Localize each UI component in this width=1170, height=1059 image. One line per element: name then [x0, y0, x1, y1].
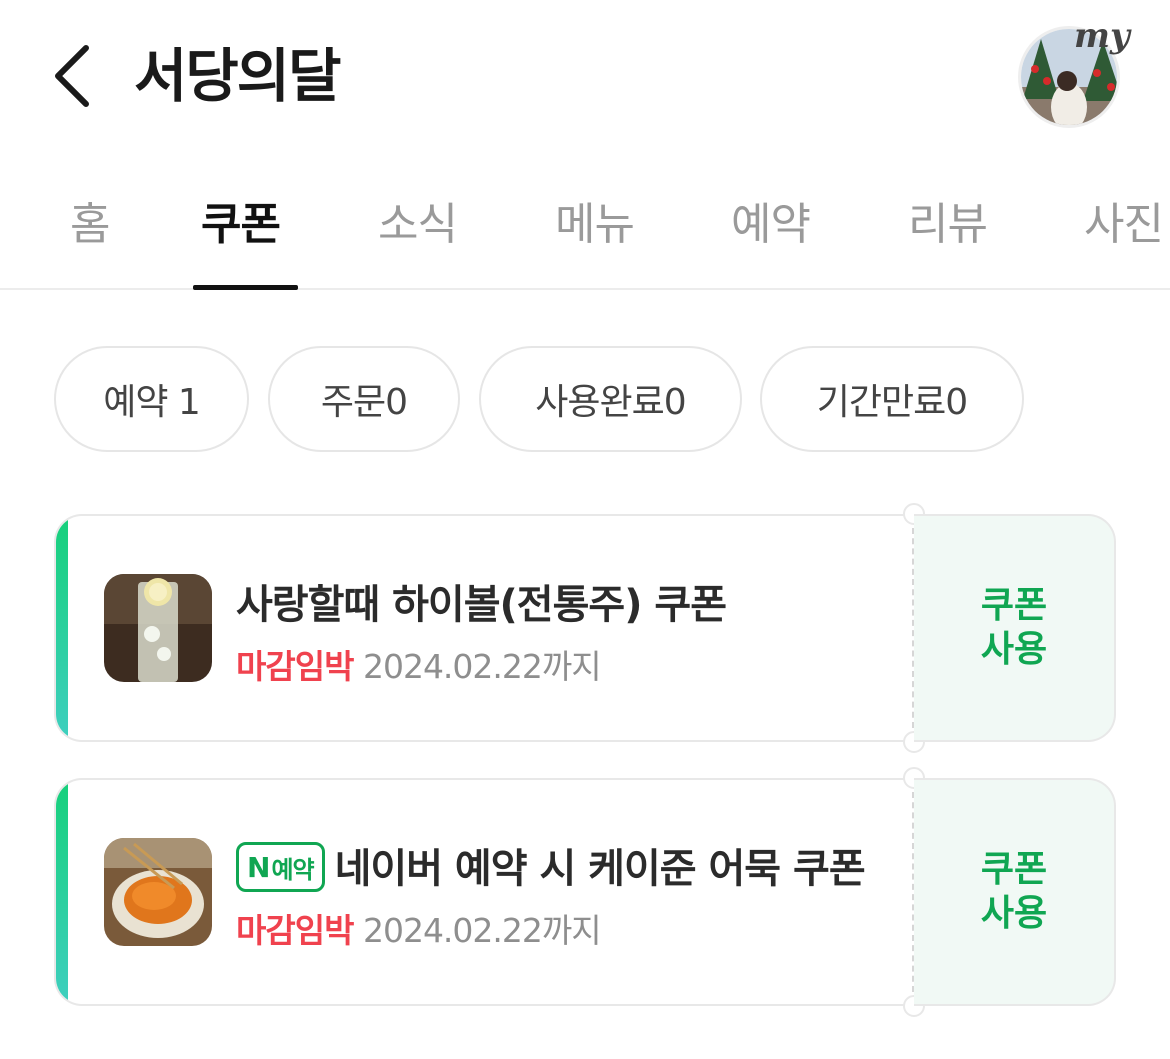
- coupon-body[interactable]: N 예약 네이버 예약 시 케이준 어묵 쿠폰 마감임박 2024.02.22까지: [54, 778, 914, 1006]
- coupon-thumbnail: [104, 838, 212, 946]
- urgency-badge: 마감임박: [236, 647, 354, 686]
- active-tab-indicator: [193, 285, 298, 290]
- coupon-title: 사랑할때 하이볼(전통주) 쿠폰: [236, 582, 727, 628]
- coupon-card: 사랑할때 하이볼(전통주) 쿠폰 마감임박 2024.02.22까지 쿠폰 사용: [54, 503, 1116, 753]
- use-coupon-label: 쿠폰 사용: [980, 849, 1048, 934]
- tab-reservation[interactable]: 예약: [731, 188, 811, 252]
- use-coupon-label: 쿠폰 사용: [980, 585, 1048, 670]
- tab-menu[interactable]: 메뉴: [555, 188, 635, 252]
- coupon-accent-bar: [56, 516, 68, 740]
- filter-chip-order[interactable]: 주문0: [268, 346, 460, 452]
- expiry-date: 2024.02.22까지: [362, 647, 602, 686]
- expiry-date: 2024.02.22까지: [362, 911, 602, 950]
- tab-bar: 홈 쿠폰 소식 메뉴 예약 리뷰 사진: [0, 168, 1170, 290]
- back-button[interactable]: [48, 42, 98, 110]
- tab-review[interactable]: 리뷰: [908, 188, 988, 252]
- coupon-card: N 예약 네이버 예약 시 케이준 어묵 쿠폰 마감임박 2024.02.22까지 …: [54, 767, 1116, 1017]
- naver-reservation-badge: N 예약: [236, 842, 325, 892]
- use-coupon-button[interactable]: 쿠폰 사용: [914, 514, 1116, 742]
- tab-photo[interactable]: 사진: [1084, 188, 1164, 252]
- chevron-left-icon: [55, 45, 89, 107]
- tab-coupon[interactable]: 쿠폰: [201, 188, 281, 252]
- naver-n-icon: N: [247, 850, 270, 884]
- coupon-title: 네이버 예약 시 케이준 어묵 쿠폰: [334, 846, 866, 892]
- use-coupon-button[interactable]: 쿠폰 사용: [914, 778, 1116, 1006]
- coupon-title-row: N 예약 네이버 예약 시 케이준 어묵 쿠폰: [236, 836, 866, 896]
- my-label: my: [1074, 16, 1130, 56]
- coupon-body[interactable]: 사랑할때 하이볼(전통주) 쿠폰 마감임박 2024.02.22까지: [54, 514, 914, 742]
- header: 서당의달 my: [0, 0, 1170, 150]
- filter-chip-reservation[interactable]: 예약 1: [54, 346, 249, 452]
- coupon-expiry-line: 마감임박 2024.02.22까지: [236, 640, 602, 688]
- coupon-accent-bar: [56, 780, 68, 1004]
- coupon-expiry-line: 마감임박 2024.02.22까지: [236, 904, 602, 952]
- tab-news[interactable]: 소식: [378, 188, 458, 252]
- page-title: 서당의달: [134, 42, 341, 110]
- coupon-thumbnail: [104, 574, 212, 682]
- filter-chip-expired[interactable]: 기간만료0: [760, 346, 1024, 452]
- filter-chip-used[interactable]: 사용완료0: [479, 346, 742, 452]
- urgency-badge: 마감임박: [236, 911, 354, 950]
- tab-home[interactable]: 홈: [70, 188, 110, 252]
